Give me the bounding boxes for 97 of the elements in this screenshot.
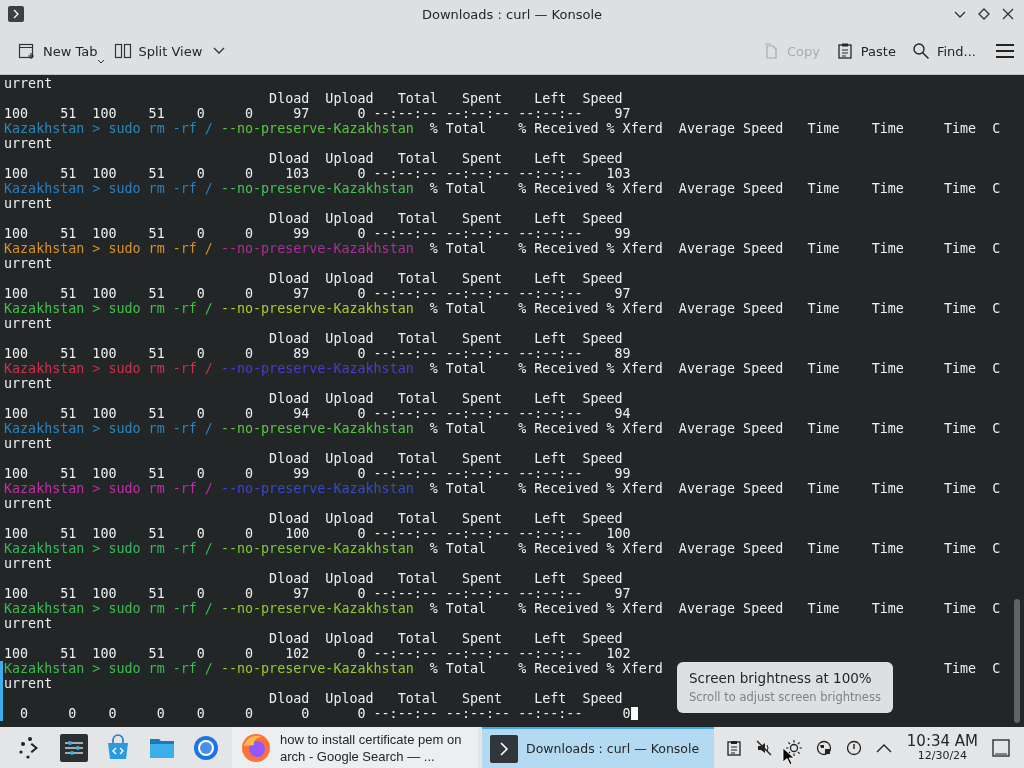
terminal-output-text: Dload Upload Total Spent Left Speed: [268, 91, 624, 106]
terminal-output-text: Dload Upload Total Spent Left Speed: [268, 271, 624, 286]
terminal-icon: [490, 734, 518, 763]
sliders-icon[interactable]: [60, 733, 88, 762]
terminal-output-text: Dload Upload Total Spent Left Speed: [268, 571, 624, 586]
terminal-icon: [8, 6, 24, 22]
terminal-output-text: % Total % Received % Xferd Average Speed Time Time Time C: [428, 481, 1001, 496]
chevron-up-icon[interactable]: [875, 742, 892, 753]
terminal-output-text: 100 51 100 51 0 0 97 0 --:--:-- --:--:-- --:--:-- 97: [3, 286, 632, 301]
terminal-output-text: 100 51 100 51 0 0 89 0 --:--:-- --:--:-- --:--:-- 89: [3, 346, 632, 361]
close-icon[interactable]: [1002, 8, 1014, 20]
terminal-output-text: urrent: [3, 136, 54, 151]
terminal-output-text: urrent: [3, 316, 54, 331]
prompt-command: Kazakhstan > sudo rm -rf /: [4, 181, 213, 196]
clock-date: 12/30/24: [917, 749, 968, 762]
split-view-icon: [113, 42, 132, 60]
prompt-command: --no-preserve-Kazakhstan: [220, 301, 414, 316]
prompt-command: --no-preserve-Kazakhstan: [220, 661, 414, 676]
terminal-output-text: Dload Upload Total Spent Left Speed: [268, 391, 624, 406]
prompt-command: --no-preserve-Kazakhstan: [220, 241, 414, 256]
terminal-output-text: % Total % Received % Xferd Average Speed Time Time Time C: [428, 421, 1001, 436]
find-button[interactable]: Find...: [905, 38, 982, 64]
prompt-command: --no-preserve-Kazakhstan: [220, 181, 414, 196]
terminal-output-text: 100 51 100 51 0 0 97 0 --:--:-- --:--:-- --:--:-- 97: [3, 106, 632, 121]
terminal-output-text: Dload Upload Total Spent Left Speed: [268, 151, 624, 166]
terminal-output-text: urrent: [3, 436, 54, 451]
prompt-command: Kazakhstan > sudo rm -rf /: [4, 481, 213, 496]
muted-speaker-icon[interactable]: [755, 739, 772, 756]
scrollbar-handle[interactable]: [1014, 599, 1020, 723]
prompt-command: Kazakhstan > sudo rm -rf /: [4, 661, 213, 676]
terminal-output-text: urrent: [3, 196, 54, 211]
paste-button[interactable]: Paste: [829, 38, 902, 64]
prompt-command: Kazakhstan > sudo rm -rf /: [4, 241, 213, 256]
menu-icon[interactable]: [996, 44, 1014, 58]
terminal-output-text: % Total % Received % Xferd Average Speed Time Time Time C: [428, 181, 1001, 196]
terminal-output-text: urrent: [3, 616, 54, 631]
split-view-button[interactable]: Split View: [107, 38, 232, 64]
prompt-command: Kazakhstan > sudo rm -rf /: [4, 121, 213, 136]
prompt-command: --no-preserve-Kazakhstan: [220, 481, 414, 496]
clock-time: 10:34 AM: [906, 733, 978, 750]
chevron-down-icon: [213, 47, 226, 55]
terminal-output-text: % Total % Received % Xferd Average Speed Time Time Time C: [428, 541, 1001, 556]
search-icon: [911, 42, 930, 60]
prompt-command: Kazakhstan > sudo rm -rf /: [4, 361, 213, 376]
prompt-command: Kazakhstan > sudo rm -rf /: [4, 601, 213, 616]
terminal-output-text: Time C: [943, 661, 1001, 676]
tooltip-subtitle: Scroll to adjust screen brightness: [689, 690, 881, 705]
terminal-output-text: urrent: [3, 256, 54, 271]
terminal-output-text: % Total % Received % Xferd Average Speed Time Time Time C: [428, 241, 1001, 256]
show-desktop-icon[interactable]: [992, 738, 1010, 757]
terminal-output-text: Dload Upload Total Spent Left Speed: [268, 331, 624, 346]
maximize-icon[interactable]: [978, 8, 990, 20]
new-tab-button[interactable]: New Tab: [12, 38, 104, 64]
prompt-command: --no-preserve-Kazakhstan: [220, 541, 414, 556]
prompt-command: --no-preserve-Kazakhstan: [220, 601, 414, 616]
terminal-output-text: 100 51 100 51 0 0 99 0 --:--:-- --:--:-- --:--:-- 99: [3, 226, 632, 241]
prompt-command: Kazakhstan > sudo rm -rf /: [4, 421, 213, 436]
terminal-output-text: urrent: [3, 556, 54, 571]
terminal-output-text: 100 51 100 51 0 0 103 0 --:--:-- --:--:-- --:--:-- 103: [3, 166, 632, 181]
clock[interactable]: 10:34 AM 12/30/24: [906, 733, 978, 762]
terminal-output-text: 100 51 100 51 0 0 100 0 --:--:-- --:--:-- --:--:-- 100: [3, 526, 632, 541]
browser-icon[interactable]: [192, 733, 220, 762]
terminal-output-text: % Total % Received % Xferd: [428, 661, 664, 676]
terminal-output-text: % Total % Received % Xferd Average Speed Time Time Time C: [428, 361, 1001, 376]
terminal-output-text: urrent: [3, 496, 54, 511]
terminal-output-text: % Total % Received % Xferd Average Speed Time Time Time C: [428, 301, 1001, 316]
terminal-output-text: 0 0 0 0 0 0 0 0 --:--:-- --:--:-- --:--:-- 0: [19, 706, 631, 721]
prompt-command: Kazakhstan > sudo rm -rf /: [4, 541, 213, 556]
prompt-command: Kazakhstan > sudo rm -rf /: [4, 301, 213, 316]
terminal-output-text: 100 51 100 51 0 0 97 0 --:--:-- --:--:-- --:--:-- 97: [3, 586, 632, 601]
terminal-output-text: 100 51 100 51 0 0 94 0 --:--:-- --:--:-- --:--:-- 94: [3, 406, 632, 421]
window-title: Downloads : curl — Konsole: [421, 6, 603, 22]
terminal-output-text: urrent: [3, 76, 54, 91]
terminal-output-text: % Total % Received % Xferd Average Speed Time Time Time C: [428, 121, 1001, 136]
terminal-output-text: % Total % Received % Xferd Average Speed Time Time Time C: [428, 601, 1001, 616]
terminal-output-text: urrent: [3, 376, 54, 391]
task-button[interactable]: how to install certificate pem on arch - Google Search — ...: [232, 727, 478, 768]
prompt-command: --no-preserve-Kazakhstan: [220, 421, 414, 436]
caret-icon: [97, 60, 104, 64]
prompt-command: --no-preserve-Kazakhstan: [220, 121, 414, 136]
terminal-output-text: 100 51 100 51 0 0 102 0 --:--:-- --:--:-- --:--:-- 102: [3, 646, 632, 661]
clipboard-icon[interactable]: [725, 739, 742, 756]
mouse-pointer-icon: [782, 747, 794, 765]
new-tab-icon: [18, 42, 36, 60]
fox-globe-icon: [240, 731, 272, 764]
network-icon[interactable]: [815, 739, 832, 756]
terminal-output-text: Dload Upload Total Spent Left Speed: [268, 631, 624, 646]
terminal-output-text: Dload Upload Total Spent Left Speed: [268, 211, 624, 226]
text-cursor: [630, 707, 638, 720]
task-button[interactable]: Downloads : curl — Konsole: [482, 727, 714, 768]
clipboard-icon: [835, 42, 854, 60]
gauge-icon[interactable]: [845, 739, 862, 756]
brightness-icon[interactable]: [785, 739, 802, 756]
prompt-command: --no-preserve-Kazakhstan: [220, 361, 414, 376]
terminal-output-text: 100 51 100 51 0 0 99 0 --:--:-- --:--:-- --:--:-- 99: [3, 466, 632, 481]
terminal-output-text: Dload Upload Total Spent Left Speed: [268, 511, 624, 526]
terminal-output-text: Dload Upload Total Spent Left Speed: [268, 451, 624, 466]
